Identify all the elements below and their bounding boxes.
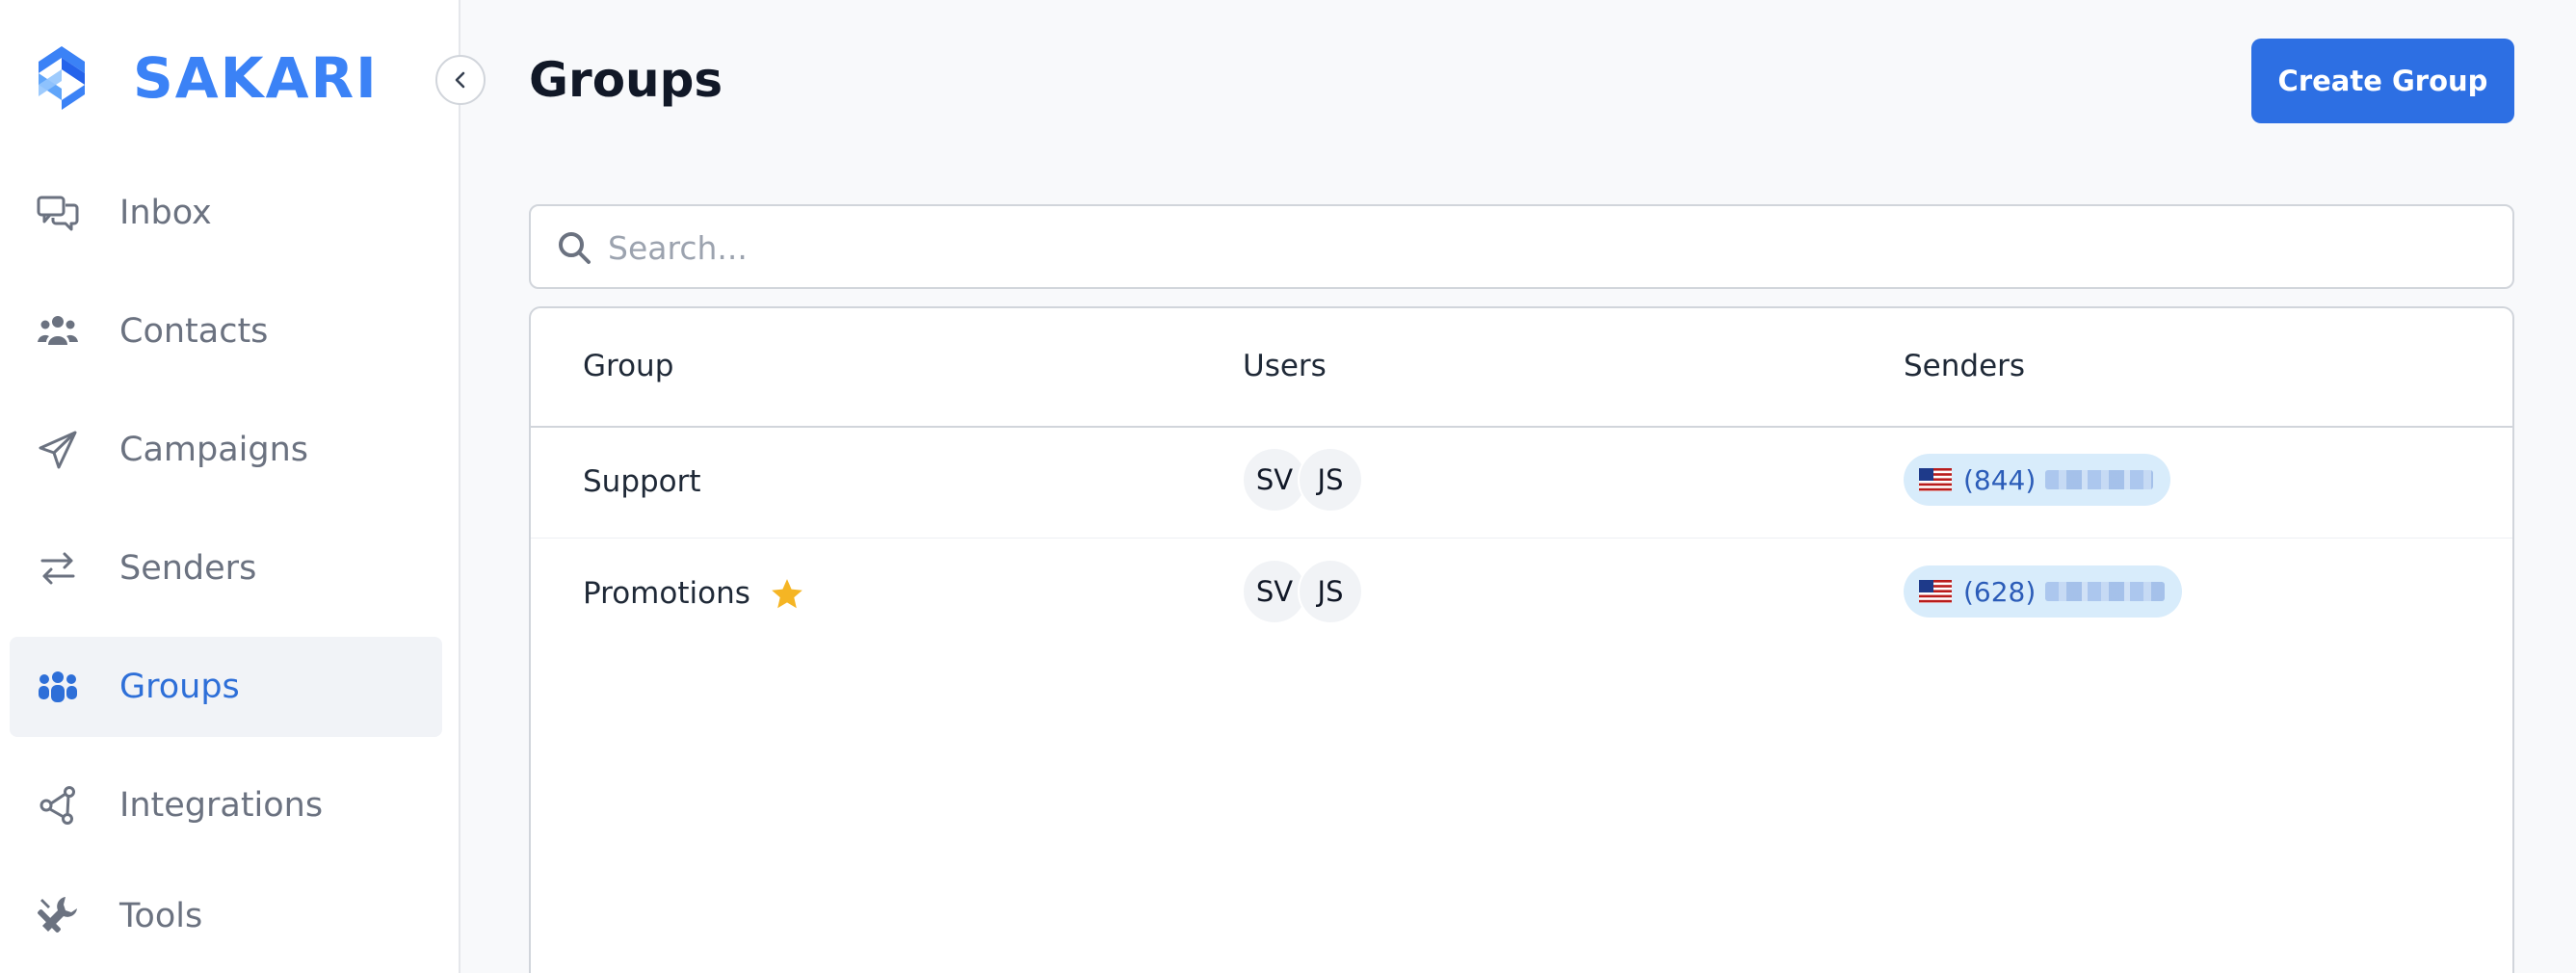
row-divider: [531, 538, 2512, 539]
sidebar-item-label: Campaigns: [119, 431, 309, 469]
sidebar-item-inbox[interactable]: Inbox: [10, 163, 442, 263]
sidebar-item-groups[interactable]: Groups: [10, 637, 442, 737]
sender-chip[interactable]: (628): [1904, 565, 2183, 618]
sidebar-item-label: Contacts: [119, 312, 269, 351]
sidebar-item-label: Groups: [119, 668, 240, 706]
sidebar-item-senders[interactable]: Senders: [10, 518, 442, 618]
avatar[interactable]: JS: [1298, 447, 1363, 513]
sidebar-item-integrations[interactable]: Integrations: [10, 755, 442, 855]
sidebar-item-campaigns[interactable]: Campaigns: [10, 400, 442, 500]
swap-arrows-icon: [35, 545, 81, 592]
create-group-button[interactable]: Create Group: [2251, 39, 2514, 123]
paper-plane-icon: [35, 427, 81, 473]
redacted-number: [2045, 582, 2166, 601]
logo[interactable]: SAKARI: [35, 44, 379, 112]
sidebar-item-label: Senders: [119, 549, 257, 588]
sender-number: (628): [1963, 575, 2037, 608]
sidebar-collapse-button[interactable]: [435, 55, 486, 105]
redacted-number: [2045, 470, 2154, 489]
people-icon: [35, 308, 81, 355]
sidebar: SAKARI Inbox Contacts Campaigns Senders …: [0, 0, 460, 973]
brand-name: SAKARI: [133, 45, 379, 111]
search-icon: [559, 232, 591, 264]
search-bar[interactable]: [529, 204, 2514, 289]
sidebar-item-label: Integrations: [119, 786, 324, 825]
groups-table: Group Users Senders Support SV JS (844) …: [529, 306, 2514, 973]
column-header-group[interactable]: Group: [583, 349, 673, 383]
column-header-senders[interactable]: Senders: [1904, 349, 2025, 383]
group-icon: [35, 664, 81, 710]
chevron-left-icon: [455, 71, 465, 89]
us-flag-icon: [1919, 580, 1952, 603]
tools-icon: [35, 893, 81, 939]
sender-chip[interactable]: (844): [1904, 454, 2171, 506]
sidebar-item-label: Tools: [119, 897, 203, 935]
sidebar-item-label: Inbox: [119, 194, 212, 232]
page-title: Groups: [529, 52, 723, 108]
nodes-icon: [35, 782, 81, 828]
search-input[interactable]: [608, 220, 2438, 276]
sidebar-item-tools[interactable]: Tools: [10, 866, 442, 966]
chat-bubbles-icon: [35, 190, 81, 236]
group-name[interactable]: Promotions: [583, 576, 750, 611]
column-header-users[interactable]: Users: [1243, 349, 1327, 383]
sakari-logo-icon: [39, 46, 85, 110]
sidebar-item-contacts[interactable]: Contacts: [10, 281, 442, 381]
avatar[interactable]: JS: [1298, 559, 1363, 624]
sender-number: (844): [1963, 463, 2037, 496]
header-divider: [531, 426, 2512, 428]
group-name[interactable]: Support: [583, 464, 701, 499]
us-flag-icon: [1919, 468, 1952, 491]
star-icon[interactable]: [769, 576, 805, 613]
